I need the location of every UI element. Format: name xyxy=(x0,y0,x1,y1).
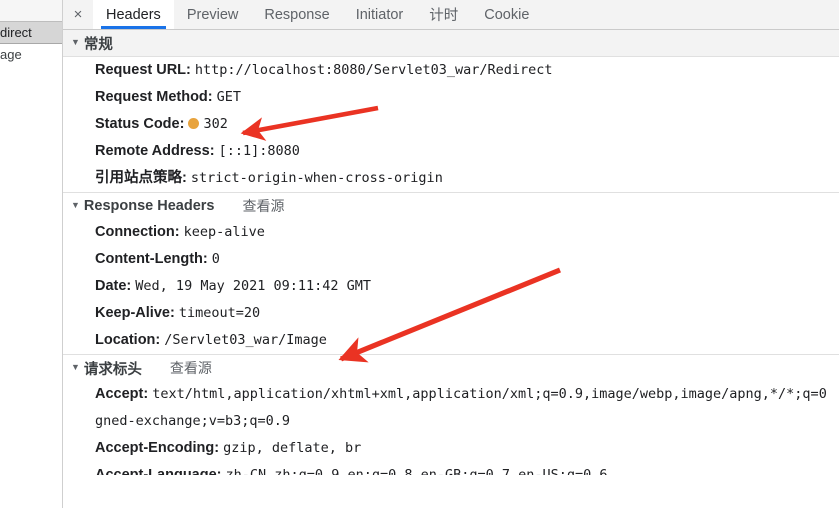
chevron-down-icon: ▼ xyxy=(71,362,80,372)
headers-content[interactable]: ▼ 常规 Request URL: http://localhost:8080/… xyxy=(63,30,839,508)
header-key: Request URL: xyxy=(95,62,191,78)
view-source-link-response[interactable]: 查看源 xyxy=(242,196,284,216)
close-icon[interactable]: × xyxy=(63,0,93,29)
header-key: Content-Length: xyxy=(95,251,208,267)
header-row-request-method: Request Method: GET xyxy=(63,84,839,111)
view-source-link-request[interactable]: 查看源 xyxy=(170,358,212,378)
header-row-accept-encoding: Accept-Encoding: gzip, deflate, br xyxy=(63,435,839,462)
section-title-response-headers: Response Headers xyxy=(83,198,215,214)
header-value: text/html,application/xhtml+xml,applicat… xyxy=(152,386,827,402)
header-value: 302 xyxy=(203,116,228,132)
tab-timing[interactable]: 计时 xyxy=(416,0,471,29)
header-value: GET xyxy=(216,89,242,105)
chevron-down-icon: ▼ xyxy=(71,200,80,210)
header-value: Wed, 19 May 2021 09:11:42 GMT xyxy=(135,278,371,294)
section-header-response-headers[interactable]: ▼ Response Headers 查看源 xyxy=(63,192,839,219)
header-key: Accept-Language: xyxy=(95,467,222,475)
header-value: gzip, deflate, br xyxy=(223,440,362,456)
header-key: Remote Address: xyxy=(95,143,215,159)
header-row-date: Date: Wed, 19 May 2021 09:11:42 GMT xyxy=(63,273,839,300)
header-value: strict-origin-when-cross-origin xyxy=(190,170,443,186)
section-header-general[interactable]: ▼ 常规 xyxy=(63,30,839,57)
tab-preview[interactable]: Preview xyxy=(174,0,252,29)
request-list-sidebar[interactable]: direct age xyxy=(0,0,63,508)
header-value: /Servlet03_war/Image xyxy=(164,332,327,348)
header-value: timeout=20 xyxy=(178,305,261,321)
header-key: Status Code: xyxy=(95,116,185,132)
tab-headers[interactable]: Headers xyxy=(93,0,174,29)
status-badge-icon xyxy=(188,118,200,129)
tab-cookie[interactable]: Cookie xyxy=(471,0,542,29)
request-list-item-redirect[interactable]: direct xyxy=(0,22,62,44)
header-key: 引用站点策略: xyxy=(95,170,187,186)
panel-tab-strip: × Headers Preview Response Initiator 计时 … xyxy=(63,0,839,30)
header-key: Keep-Alive: xyxy=(95,305,175,321)
header-value: zh-CN,zh;q=0.9,en;q=0.8,en-GB;q=0.7,en-U… xyxy=(225,467,608,475)
header-key: Connection: xyxy=(95,224,180,240)
request-list-item-label: age xyxy=(0,47,22,62)
header-value: http://localhost:8080/Servlet03_war/Redi… xyxy=(194,62,553,78)
header-row-location: Location: /Servlet03_war/Image xyxy=(63,327,839,354)
header-key: Accept: xyxy=(95,386,149,402)
header-row-request-url: Request URL: http://localhost:8080/Servl… xyxy=(63,57,839,84)
headers-panel: × Headers Preview Response Initiator 计时 … xyxy=(63,0,839,508)
header-key: Request Method: xyxy=(95,89,213,105)
header-value: [::1]:8080 xyxy=(218,143,300,159)
header-row-status-code: Status Code: 302 xyxy=(63,111,839,138)
devtools-network-headers-panel: direct age × Headers Preview Response In… xyxy=(0,0,839,508)
header-value: 0 xyxy=(211,251,220,267)
header-row-content-length: Content-Length: 0 xyxy=(63,246,839,273)
request-list-header xyxy=(0,0,62,22)
header-key: Accept-Encoding: xyxy=(95,440,220,456)
section-header-request-headers[interactable]: ▼ 请求标头 查看源 xyxy=(63,354,839,381)
header-row-connection: Connection: keep-alive xyxy=(63,219,839,246)
header-row-remote-address: Remote Address: [::1]:8080 xyxy=(63,138,839,165)
request-list-item-image[interactable]: age xyxy=(0,44,62,66)
tab-response[interactable]: Response xyxy=(251,0,342,29)
header-key: Date: xyxy=(95,278,132,294)
section-title-general: 常规 xyxy=(83,36,113,53)
header-value-continuation: gned-exchange;v=b3;q=0.9 xyxy=(95,413,291,429)
header-row-accept: Accept: text/html,application/xhtml+xml,… xyxy=(63,381,839,408)
header-value: keep-alive xyxy=(183,224,265,240)
tab-initiator[interactable]: Initiator xyxy=(343,0,417,29)
request-list-item-label: direct xyxy=(0,25,32,40)
header-row-keep-alive: Keep-Alive: timeout=20 xyxy=(63,300,839,327)
header-row-referrer-policy: 引用站点策略: strict-origin-when-cross-origin xyxy=(63,165,839,192)
section-title-request-headers: 请求标头 xyxy=(83,361,142,378)
header-row-accept-language: Accept-Language: zh-CN,zh;q=0.9,en;q=0.8… xyxy=(63,462,839,475)
chevron-down-icon: ▼ xyxy=(71,37,80,47)
header-key: Location: xyxy=(95,332,161,348)
